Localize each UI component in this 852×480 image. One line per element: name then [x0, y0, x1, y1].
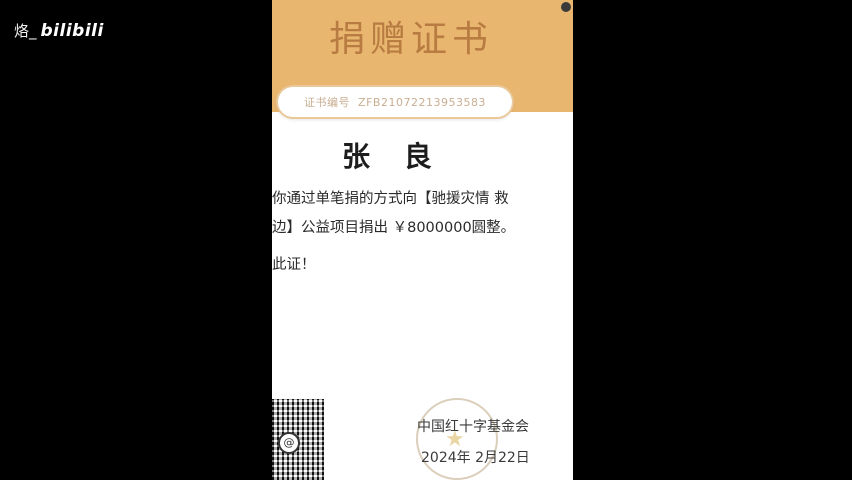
corner-dot-icon [561, 2, 571, 12]
certificate-body: 你通过单笔捐的方式向【驰援灾情 救 边】公益项目捐出 ￥8000000圆整。 [272, 185, 568, 243]
body-line: 你通过单笔捐的方式向【驰援灾情 救 [272, 191, 509, 207]
body-line: 边】公益项目捐出 ￥8000000圆整。 [272, 220, 516, 236]
donor-name: 张 良 [342, 140, 444, 173]
certificate-number-label: 证书编号 [304, 96, 351, 109]
bilibili-logo: bilibili [40, 20, 104, 41]
qr-center-logo-icon: @ [278, 432, 300, 454]
qr-code-icon: @ [272, 399, 324, 480]
seal-stamp-icon: ★ [416, 398, 498, 480]
certificate-date: 2024年 2月22日 [421, 450, 530, 466]
certificate-number: 证书编号 ZFB21072213953583 [278, 87, 512, 117]
certificate-number-value: ZFB21072213953583 [358, 95, 486, 109]
certificate-closing: 此证！ [272, 257, 316, 273]
organization-name: 中国红十字基金会 [417, 419, 529, 435]
bilibili-watermark: 烙_ bilibili [14, 20, 104, 41]
video-frame: 烙_ bilibili 捐赠证书 证书编号 ZFB21072213953583 … [0, 0, 852, 480]
uploader-name: 烙_ [14, 22, 37, 40]
certificate-screen: 捐赠证书 证书编号 ZFB21072213953583 张 良 你通过单笔捐的方… [272, 0, 573, 480]
certificate-title: 捐赠证书 [328, 19, 493, 60]
